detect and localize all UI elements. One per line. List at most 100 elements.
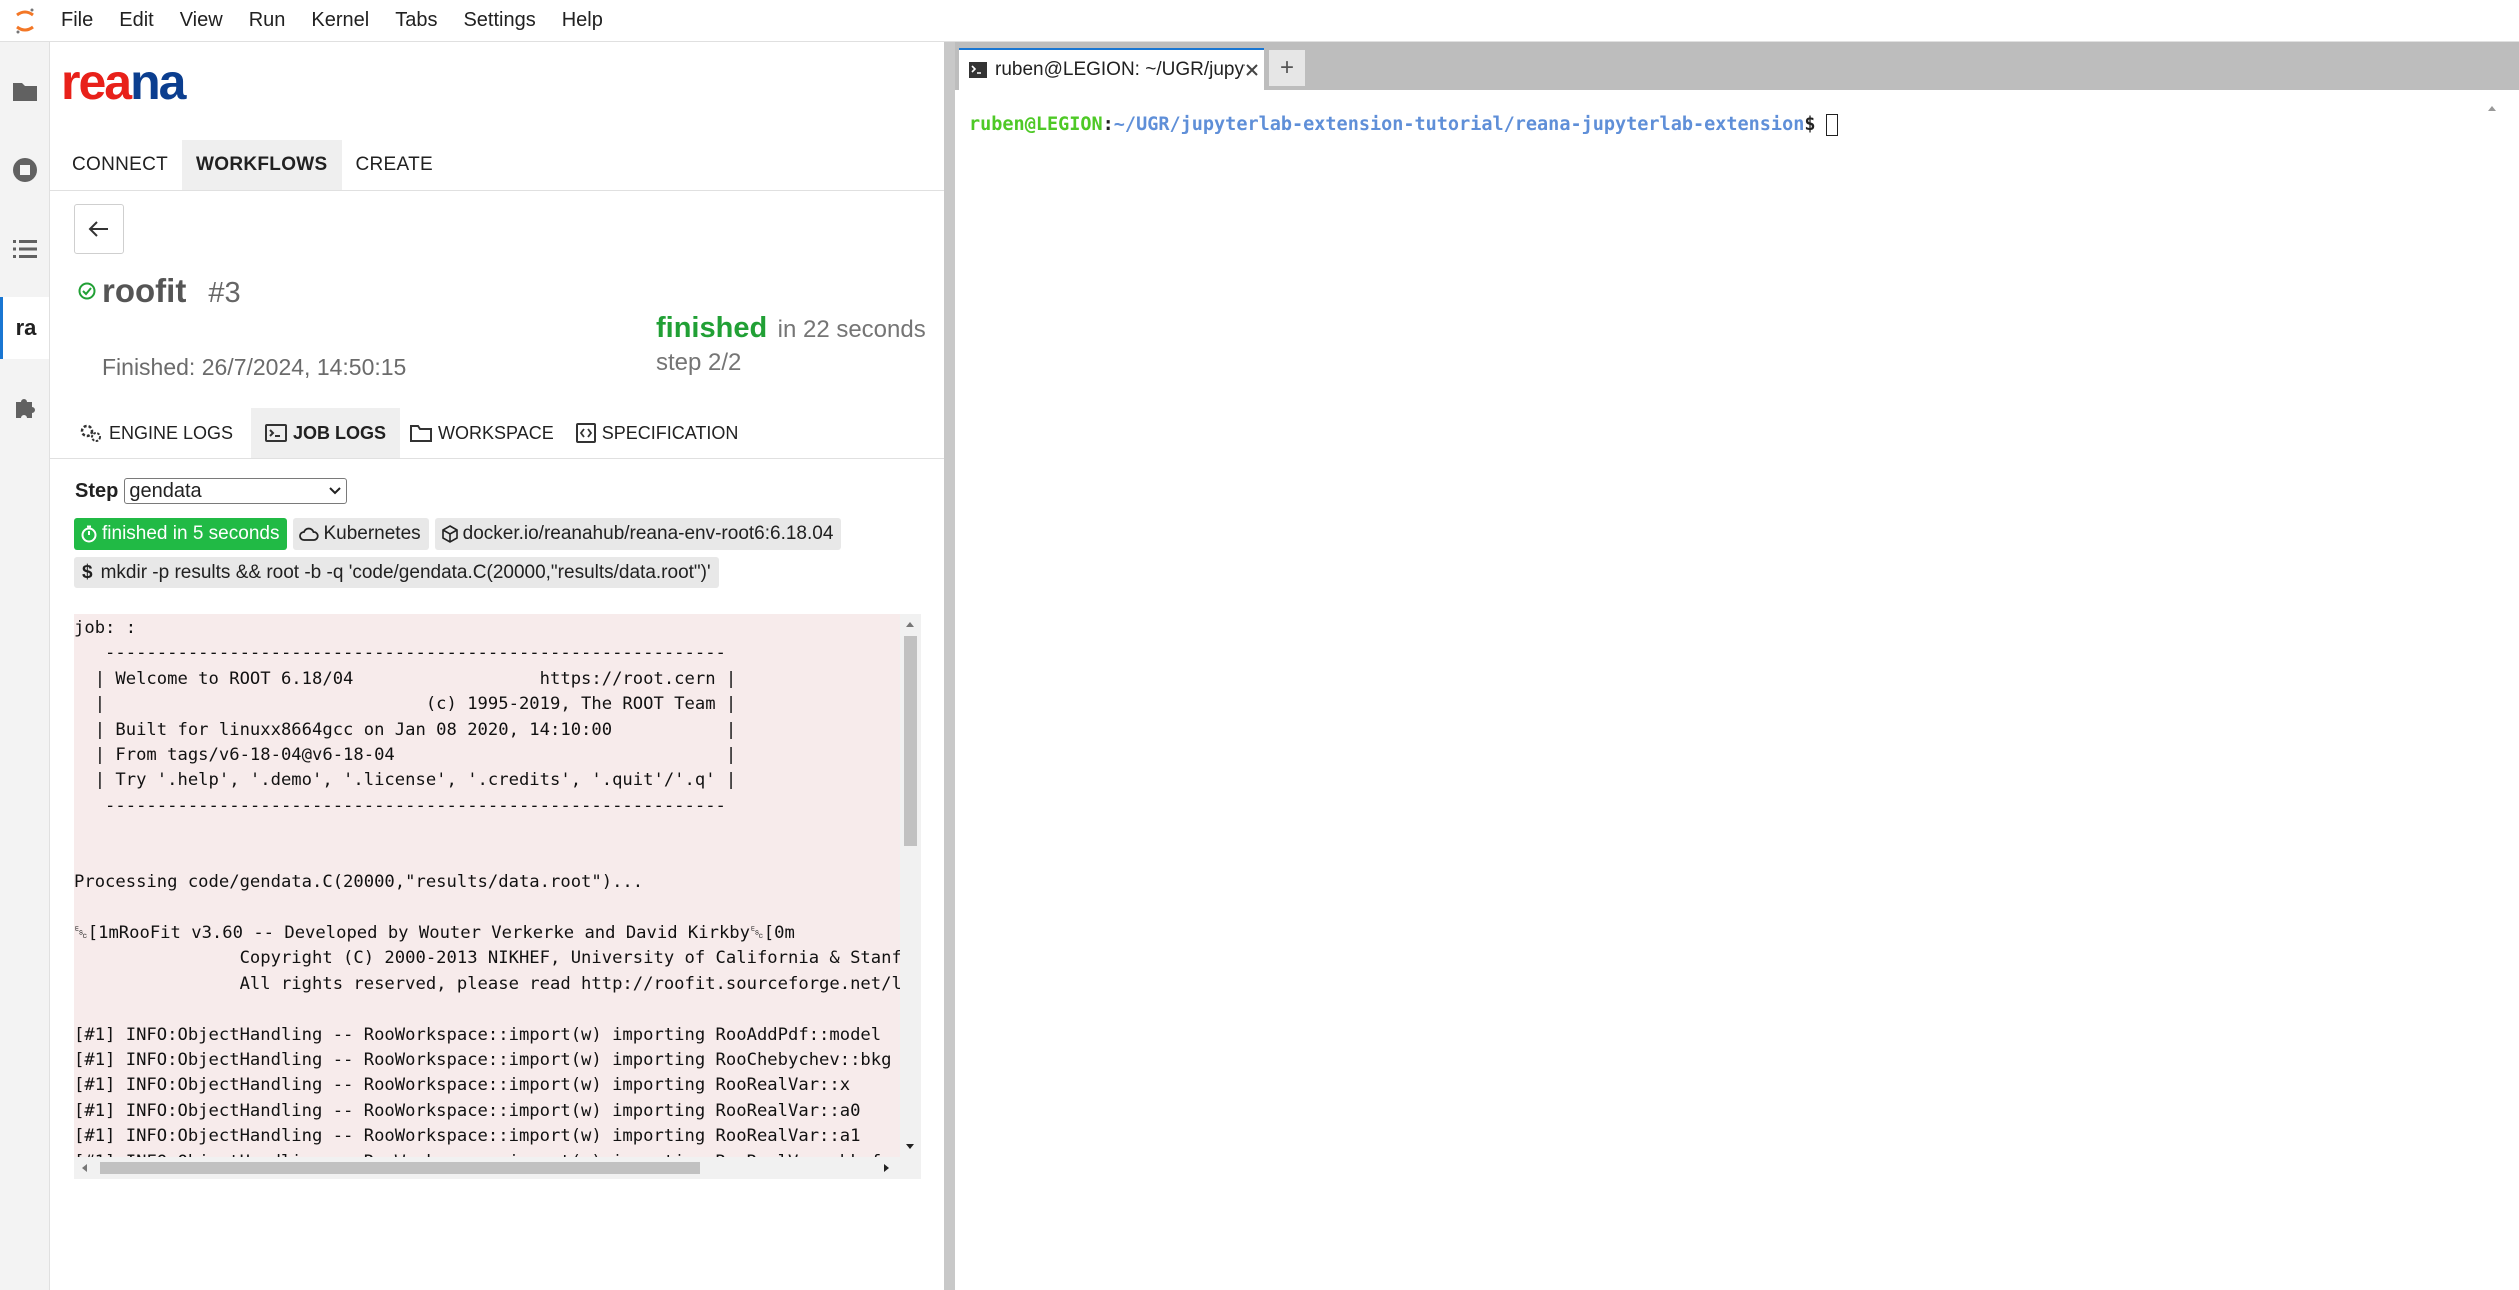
- prompt-separator: :: [1102, 114, 1114, 135]
- scroll-up-icon[interactable]: [2487, 104, 2497, 112]
- log-line: Processing code/gendata.C(20000,"results…: [74, 872, 644, 893]
- tab-workspace[interactable]: WORKSPACE: [406, 408, 566, 458]
- terminal-tab[interactable]: ruben@LEGION: ~/UGR/jupyterlab-extension…: [959, 48, 1264, 90]
- stopwatch-icon: [81, 525, 97, 543]
- tab-connect[interactable]: CONNECT: [58, 140, 182, 190]
- tab-engine-logs[interactable]: ENGINE LOGS: [75, 408, 245, 458]
- prompt-path: ~/UGR/jupyterlab-extension-tutorial/rean…: [1113, 114, 1805, 135]
- workflow-tabs: ENGINE LOGS JOB LOGS WORKSPACE SPECIFICA…: [75, 408, 756, 458]
- tab-specification[interactable]: SPECIFICATION: [572, 408, 751, 458]
- cube-icon: [441, 525, 458, 543]
- menu-bar: File Edit View Run Kernel Tabs Settings …: [0, 0, 2519, 42]
- vertical-scrollbar[interactable]: [900, 614, 921, 1157]
- menu-view[interactable]: View: [167, 0, 236, 41]
- jupyter-logo-icon[interactable]: [0, 0, 50, 41]
- workflow-run-number: #3: [208, 277, 241, 309]
- menu-edit[interactable]: Edit: [106, 0, 166, 41]
- job-badges: finished in 5 seconds Kubernetes docker.…: [74, 518, 847, 550]
- log-line: ␛[1mRooFit v3.60 -- Developed by Wouter …: [74, 922, 795, 943]
- compute-backend-badge: Kubernetes: [293, 518, 429, 550]
- menu-run[interactable]: Run: [236, 0, 299, 41]
- add-tab-button[interactable]: +: [1269, 50, 1305, 86]
- reana-tabs: CONNECT WORKFLOWS CREATE: [58, 140, 447, 190]
- step-label: Step: [75, 479, 119, 502]
- log-line: job: :: [74, 618, 137, 638]
- menu-help[interactable]: Help: [549, 0, 616, 41]
- cloud-icon: [299, 527, 320, 541]
- running-icon[interactable]: [0, 139, 49, 201]
- log-line: [#1] INFO:ObjectHandling -- RooWorkspace…: [74, 1100, 861, 1121]
- terminal-body[interactable]: ruben@LEGION:~/UGR/jupyterlab-extension-…: [955, 90, 2519, 1290]
- log-line: [#1] INFO:ObjectHandling -- RooWorkspace…: [74, 1049, 892, 1070]
- scroll-up-icon[interactable]: [905, 620, 915, 628]
- horizontal-scrollbar[interactable]: [74, 1157, 921, 1179]
- log-line: ----------------------------------------…: [74, 643, 726, 664]
- status-label: finished: [656, 312, 768, 344]
- log-line: Copyright (C) 2000-2013 NIKHEF, Universi…: [239, 948, 900, 969]
- tab-workflows[interactable]: WORKFLOWS: [182, 140, 342, 190]
- command-prefix: $: [82, 561, 93, 583]
- scroll-thumb[interactable]: [100, 1162, 700, 1174]
- tab-create[interactable]: CREATE: [342, 140, 447, 190]
- scroll-right-icon[interactable]: [883, 1163, 891, 1173]
- command-text: mkdir -p results && root -b -q 'code/gen…: [100, 561, 711, 583]
- back-button[interactable]: [74, 204, 124, 254]
- docker-image-badge: docker.io/reanahub/reana-env-root6:6.18.…: [434, 518, 842, 550]
- code-file-icon: [575, 423, 596, 443]
- chevron-down-icon: [329, 487, 342, 495]
- arrow-left-icon: [88, 221, 108, 237]
- status-duration: in 22 seconds: [777, 316, 926, 343]
- job-log-text: job: : ---------------------------------…: [74, 614, 900, 1159]
- step-selected-value: gendata: [129, 479, 202, 502]
- reana-glyph: ra: [15, 315, 37, 340]
- job-duration-badge: finished in 5 seconds: [74, 518, 288, 550]
- folder-outline-icon: [410, 425, 433, 442]
- prompt-user: ruben@LEGION: [969, 114, 1103, 135]
- prompt-dollar: $: [1804, 114, 1816, 135]
- menu-tabs[interactable]: Tabs: [382, 0, 450, 41]
- gears-icon: [80, 424, 101, 442]
- toc-icon[interactable]: [0, 218, 49, 280]
- menu-settings[interactable]: Settings: [450, 0, 548, 41]
- reana-icon[interactable]: ra: [0, 297, 49, 359]
- tab-job-logs[interactable]: JOB LOGS: [251, 408, 401, 458]
- log-line: | Try '.help', '.demo', '.license', '.cr…: [74, 770, 737, 791]
- workflow-finished-time: Finished: 26/7/2024, 14:50:15: [102, 354, 407, 380]
- reana-panel: reana CONNECT WORKFLOWS CREATE roofit #3…: [50, 42, 944, 1290]
- status-step: step 2/2: [656, 349, 742, 376]
- terminal-icon: [265, 424, 288, 442]
- log-line: [#1] INFO:ObjectHandling -- RooWorkspace…: [74, 1024, 882, 1045]
- check-circle-icon: [78, 282, 96, 300]
- step-select[interactable]: gendata: [124, 478, 348, 504]
- log-line: | Welcome to ROOT 6.18/04 https://root.c…: [74, 668, 737, 689]
- workflow-name[interactable]: roofit: [102, 272, 186, 310]
- close-icon[interactable]: [1245, 63, 1259, 77]
- log-line: ----------------------------------------…: [74, 795, 726, 816]
- terminal-prompt: ruben@LEGION:~/UGR/jupyterlab-extension-…: [969, 114, 1838, 136]
- divider: [50, 190, 944, 191]
- log-line: | From tags/v6-18-04@v6-18-04 |: [74, 745, 737, 766]
- panel-splitter[interactable]: [944, 42, 955, 1290]
- terminal-scrollbar[interactable]: [2483, 100, 2501, 1290]
- extensions-icon[interactable]: [0, 376, 49, 438]
- workflow-status: finished in 22 seconds step 2/2: [656, 312, 926, 377]
- workflow-title: roofit #3: [78, 272, 241, 310]
- menu-file[interactable]: File: [50, 0, 106, 41]
- scroll-thumb[interactable]: [904, 636, 917, 846]
- job-log-viewer[interactable]: job: : ---------------------------------…: [74, 614, 921, 1179]
- log-line: | Built for linuxx8664gcc on Jan 08 2020…: [74, 719, 737, 740]
- scroll-left-icon[interactable]: [80, 1163, 88, 1173]
- reana-logo: reana: [61, 54, 186, 110]
- left-sidebar: ra: [0, 42, 50, 1290]
- log-line: All rights reserved, please read http://…: [239, 973, 900, 994]
- menu-kernel[interactable]: Kernel: [298, 0, 382, 41]
- step-selector: Step gendata: [75, 478, 348, 504]
- terminal-tab-title: ruben@LEGION: ~/UGR/jupyterlab-extension…: [995, 59, 1245, 80]
- scroll-down-icon[interactable]: [905, 1143, 915, 1151]
- folder-icon[interactable]: [0, 60, 49, 122]
- divider: [50, 458, 944, 459]
